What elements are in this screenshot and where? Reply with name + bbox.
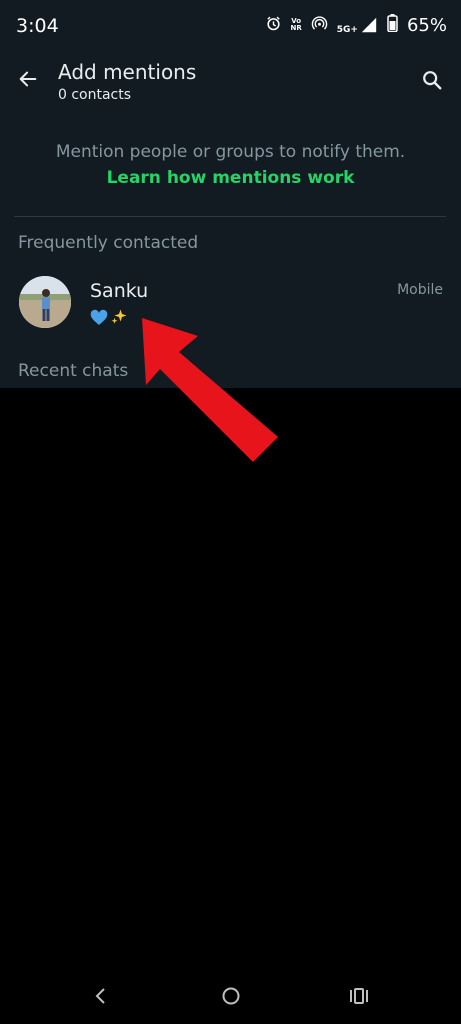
volte-bottom: NR xyxy=(290,24,302,32)
contact-row[interactable]: Sanku Mobile xyxy=(0,268,461,338)
status-time: 3:04 xyxy=(16,15,59,37)
search-button[interactable] xyxy=(415,65,449,99)
nav-recents-button[interactable] xyxy=(344,984,374,1012)
contact-name: Sanku xyxy=(90,280,149,302)
search-icon xyxy=(421,69,443,95)
recents-icon xyxy=(349,987,369,1009)
header: Add mentions 0 contacts xyxy=(0,56,461,110)
alarm-icon xyxy=(265,15,282,36)
status-icons: Vo NR 5G+ 65% xyxy=(265,14,447,36)
section-recent-chats: Recent chats xyxy=(18,361,129,381)
mentions-info-text: Mention people or groups to notify them. xyxy=(55,142,406,162)
contact-count: 0 contacts xyxy=(58,87,132,103)
learn-mentions-link[interactable]: Learn how mentions work xyxy=(0,168,461,188)
arrow-left-icon xyxy=(17,68,39,94)
chevron-left-icon xyxy=(94,987,108,1009)
section-frequently-contacted: Frequently contacted xyxy=(18,233,199,253)
divider xyxy=(14,216,446,217)
nav-home-button[interactable] xyxy=(216,984,246,1012)
mentions-info: Mention people or groups to notify them.… xyxy=(0,142,461,188)
network-type: 5G+ xyxy=(336,25,358,35)
hotspot-icon xyxy=(311,15,328,36)
navigation-bar xyxy=(0,972,461,1024)
blue-heart-icon xyxy=(90,309,108,330)
home-circle-icon xyxy=(221,986,241,1010)
battery-icon xyxy=(387,14,398,36)
signal-icon: 5G+ xyxy=(336,16,378,35)
battery-percent: 65% xyxy=(406,14,447,36)
avatar xyxy=(19,276,71,328)
contact-status xyxy=(90,308,128,330)
back-button[interactable] xyxy=(12,65,44,97)
volte-icon: Vo NR xyxy=(291,18,302,32)
sparkles-icon xyxy=(110,308,128,330)
page-title: Add mentions xyxy=(58,60,197,84)
status-bar: 3:04 Vo NR 5G+ 65% xyxy=(0,0,461,56)
contact-type: Mobile xyxy=(397,282,443,298)
nav-back-button[interactable] xyxy=(86,984,116,1012)
